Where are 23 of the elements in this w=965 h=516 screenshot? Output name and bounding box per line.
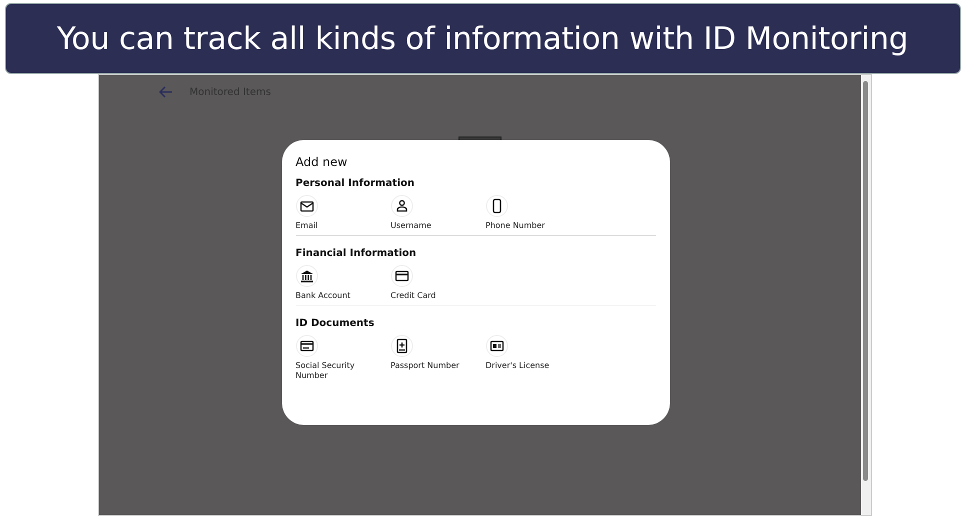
scrollbar[interactable]: [860, 75, 870, 515]
envelope-icon[interactable]: [296, 195, 318, 217]
license-icon[interactable]: [486, 335, 508, 357]
item-label[interactable]: Passport Number: [390, 361, 460, 371]
item-label[interactable]: Phone Number: [486, 221, 545, 231]
item-label[interactable]: Email: [296, 221, 318, 231]
scrollbar-thumb[interactable]: [863, 81, 868, 481]
item-label[interactable]: Bank Account: [296, 291, 350, 301]
credit-card-icon[interactable]: [390, 265, 412, 287]
id-card-icon[interactable]: [296, 335, 318, 357]
item-label[interactable]: Driver's License: [486, 361, 550, 371]
passport-icon[interactable]: [390, 335, 412, 357]
person-icon[interactable]: [390, 195, 412, 217]
section-heading: Financial Information: [296, 248, 418, 259]
bank-icon[interactable]: [296, 265, 318, 287]
phone-icon[interactable]: [486, 195, 508, 217]
section-heading: Personal Information: [296, 178, 416, 189]
dialog-title: Add new: [296, 155, 348, 169]
section-heading: ID Documents: [296, 318, 376, 329]
caption-text: You can track all kinds of information with ID Monitoring: [56, 20, 908, 56]
item-label[interactable]: Credit Card: [390, 291, 436, 301]
item-label[interactable]: Username: [390, 221, 432, 231]
item-label[interactable]: Social Security Number: [296, 361, 366, 381]
